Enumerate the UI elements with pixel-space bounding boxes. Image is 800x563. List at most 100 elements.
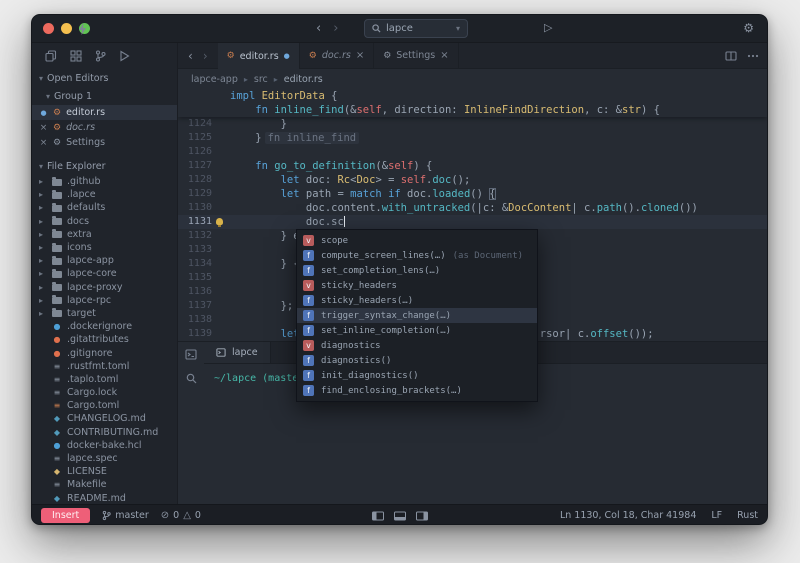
more-actions-icon[interactable]	[747, 54, 759, 58]
completion-item[interactable]: vdiagnostics	[297, 338, 537, 353]
tree-file[interactable]: ●.gitignore	[32, 346, 177, 359]
completion-item[interactable]: vscope	[297, 233, 537, 248]
language-mode[interactable]: Rust	[737, 510, 758, 521]
split-editor-icon[interactable]	[725, 51, 737, 61]
tree-file[interactable]: ≡.rustfmt.toml	[32, 360, 177, 373]
tree-folder[interactable]: ▸.lapce	[32, 188, 177, 201]
gear-icon: ⚙	[53, 138, 61, 148]
close-icon[interactable]: ×	[39, 138, 48, 148]
code-segment: inline_find	[274, 104, 344, 116]
open-editor-item[interactable]: ●⚙editor.rs	[32, 105, 177, 120]
code-line[interactable]: 1131 doc.sc	[178, 215, 767, 229]
source-control-icon[interactable]	[95, 50, 106, 62]
settings-gear-icon[interactable]: ⚙	[743, 21, 754, 35]
line-ending[interactable]: LF	[711, 510, 722, 521]
completion-item[interactable]: fcompute_screen_lines(…) (as Document)	[297, 248, 537, 263]
code-line[interactable]: 1129 let path = match if doc.loaded() {	[178, 187, 767, 201]
titlebar[interactable]: ‹ › lapce ▾ ▷ ⚙	[32, 15, 767, 43]
code-line[interactable]: 1126	[178, 145, 767, 159]
command-palette-button[interactable]: lapce ▾	[364, 19, 468, 38]
code-line[interactable]: 1128 let doc: Rc<Doc> = self.doc();	[178, 173, 767, 187]
terminal-tab[interactable]: lapce	[204, 342, 271, 363]
plugins-icon[interactable]	[70, 50, 82, 62]
breadcrumb-item[interactable]: src	[254, 74, 268, 85]
open-editors-header[interactable]: ▾ Open Editors	[32, 69, 177, 87]
completion-item[interactable]: fset_completion_lens(…)	[297, 263, 537, 278]
tree-file[interactable]: ≡Makefile	[32, 478, 177, 491]
code-line[interactable]: 1125 }fn inline_find	[178, 131, 767, 145]
git-branch[interactable]: master	[102, 510, 149, 521]
tree-folder[interactable]: ▸lapce-proxy	[32, 281, 177, 294]
tree-folder[interactable]: ▸extra	[32, 228, 177, 241]
folder-name: lapce-app	[67, 255, 114, 266]
breadcrumb-item[interactable]: lapce-app	[191, 74, 238, 85]
tree-folder[interactable]: ▸defaults	[32, 201, 177, 214]
breadcrumb[interactable]: lapce-app ▸ src ▸ editor.rs	[178, 69, 767, 89]
tree-folder[interactable]: ▸lapce-app	[32, 254, 177, 267]
breadcrumb-item[interactable]: editor.rs	[284, 74, 323, 85]
toggle-left-panel-icon[interactable]	[371, 511, 384, 521]
tree-folder[interactable]: ▸target	[32, 307, 177, 320]
close-icon[interactable]: ×	[356, 50, 364, 61]
tree-file[interactable]: ≡lapce.spec	[32, 452, 177, 465]
editor-group-header[interactable]: ▾ Group 1	[32, 87, 177, 105]
diagnostics-summary[interactable]: ⊘ 0 △ 0	[161, 510, 201, 521]
code-line[interactable]: 1127 fn go_to_definition(&self) {	[178, 159, 767, 173]
code-line[interactable]: 1124 }	[178, 117, 767, 131]
completion-label: find_enclosing_brackets(…)	[321, 386, 462, 396]
run-button[interactable]: ▷	[544, 21, 552, 34]
tree-folder[interactable]: ▸lapce-core	[32, 267, 177, 280]
completion-item[interactable]: fset_inline_completion(…)	[297, 323, 537, 338]
search-panel-icon[interactable]	[186, 373, 197, 384]
tree-file[interactable]: ●docker-bake.hcl	[32, 439, 177, 452]
cursor-position[interactable]: Ln 1130, Col 18, Char 41984	[560, 510, 696, 521]
mode-indicator[interactable]: Insert	[41, 508, 90, 523]
code-segment: };	[230, 300, 293, 312]
debug-icon[interactable]	[119, 50, 130, 62]
toggle-right-panel-icon[interactable]	[415, 511, 428, 521]
close-icon[interactable]: ×	[39, 123, 48, 133]
lightbulb-icon[interactable]	[216, 218, 223, 225]
completion-item[interactable]: fdiagnostics()	[297, 353, 537, 368]
back-button[interactable]: ‹	[316, 21, 321, 36]
completion-item[interactable]: ffind_enclosing_brackets(…)	[297, 383, 537, 398]
completion-item[interactable]: ftrigger_syntax_change(…)	[297, 308, 537, 323]
editor-tab[interactable]: ⚙Settings×	[374, 43, 458, 68]
line-number: 1125	[178, 131, 212, 145]
tree-file[interactable]: ◆CONTRIBUTING.md	[32, 426, 177, 439]
open-editor-item[interactable]: ×⚙Settings	[32, 135, 177, 150]
remote-connection-icon[interactable]	[78, 23, 87, 35]
tree-file[interactable]: ●.dockerignore	[32, 320, 177, 333]
file-explorer-header[interactable]: ▾ File Explorer	[32, 157, 177, 175]
tree-file[interactable]: ◆README.md	[32, 492, 177, 505]
minimize-window-button[interactable]	[61, 23, 72, 34]
back-button[interactable]: ‹	[188, 49, 193, 63]
tree-file[interactable]: ◆CHANGELOG.md	[32, 412, 177, 425]
tree-folder[interactable]: ▸docs	[32, 215, 177, 228]
tree-folder[interactable]: ▸lapce-rpc	[32, 294, 177, 307]
folder-name: lapce-core	[67, 268, 117, 279]
tree-file[interactable]: ◆LICENSE	[32, 465, 177, 478]
tree-file[interactable]: ≡Cargo.lock	[32, 386, 177, 399]
modified-dot-icon[interactable]: ●	[39, 109, 48, 117]
editor-tab[interactable]: ⚙doc.rs×	[300, 43, 374, 68]
file-icon: ◆	[52, 414, 62, 423]
tree-file[interactable]: ●.gitattributes	[32, 333, 177, 346]
completion-item[interactable]: finit_diagnostics()	[297, 368, 537, 383]
tree-file[interactable]: ≡.taplo.toml	[32, 373, 177, 386]
tree-file[interactable]: ≡Cargo.toml	[32, 399, 177, 412]
forward-button[interactable]: ›	[203, 49, 208, 63]
tree-folder[interactable]: ▸icons	[32, 241, 177, 254]
close-icon[interactable]: ×	[440, 50, 448, 61]
terminal-panel-icon[interactable]	[185, 349, 197, 360]
close-window-button[interactable]	[43, 23, 54, 34]
open-editor-item[interactable]: ×⚙doc.rs	[32, 120, 177, 135]
file-explorer-icon[interactable]	[45, 50, 57, 62]
toggle-bottom-panel-icon[interactable]	[393, 511, 406, 521]
tree-folder[interactable]: ▸.github	[32, 175, 177, 188]
forward-button[interactable]: ›	[333, 21, 338, 36]
code-line[interactable]: 1130 doc.content.with_untracked(|c: &Doc…	[178, 201, 767, 215]
completion-item[interactable]: vsticky_headers	[297, 278, 537, 293]
completion-item[interactable]: fsticky_headers(…)	[297, 293, 537, 308]
editor-tab[interactable]: ⚙editor.rs●	[218, 43, 300, 69]
